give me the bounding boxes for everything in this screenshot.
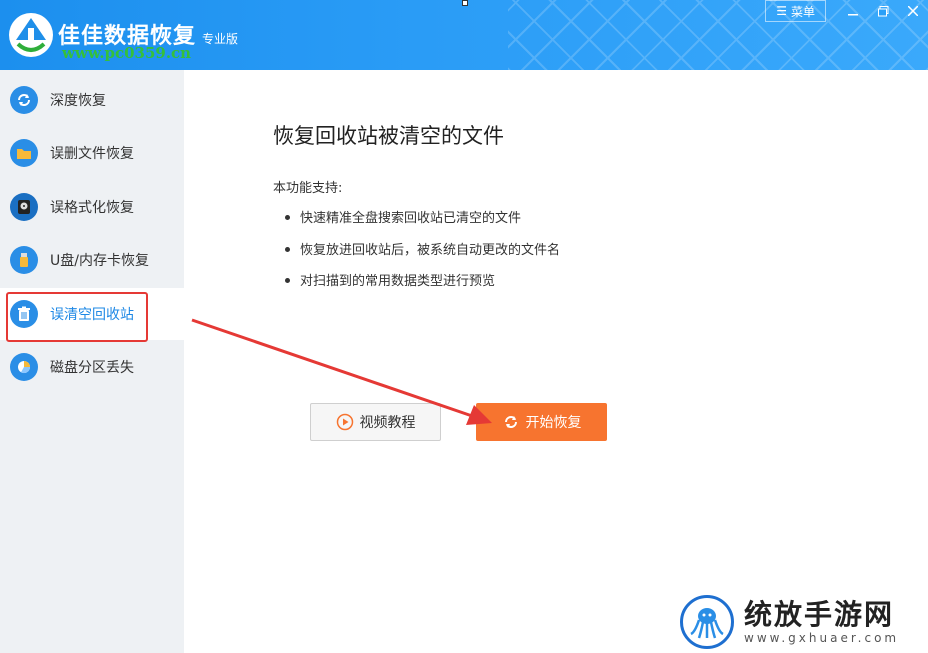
sidebar-item-recycle-bin[interactable]: 误清空回收站 [0,288,184,340]
feature-item: 恢复放进回收站后，被系统自动更改的文件名 [285,239,560,258]
sidebar-item-deleted-files[interactable]: 误删文件恢复 [0,127,184,179]
maximize-icon [877,5,888,16]
sidebar-item-usb-recovery[interactable]: U盘/内存卡恢复 [0,234,184,286]
sidebar-item-format-recovery[interactable]: 误格式化恢复 [0,181,184,233]
corner-watermark: 统放手游网 www.gxhuaer.com [680,590,928,653]
page-title: 恢复回收站被清空的文件 [273,124,504,148]
octopus-logo-icon [680,594,734,649]
feature-item: 对扫描到的常用数据类型进行预览 [285,270,495,289]
sidebar-item-partition-lost[interactable]: 磁盘分区丢失 [0,341,184,393]
sidebar-item-label: 误清空回收站 [50,307,134,323]
start-recovery-button[interactable]: 开始恢复 [476,403,607,441]
video-tutorial-button[interactable]: 视频教程 [310,403,441,441]
play-icon [336,413,353,431]
feature-text: 恢复放进回收站后，被系统自动更改的文件名 [300,243,561,258]
feature-item: 快速精准全盘搜索回收站已清空的文件 [285,207,521,226]
watermark-url-text: www.gxhuaer.com [744,630,900,645]
watermark-title: 统放手游网 [744,597,895,631]
sidebar-item-deep-recovery[interactable]: 深度恢复 [0,74,184,126]
title-bar: 佳佳数据恢复 专业版 www.pc0359.cn ☰ 菜单 [0,0,928,70]
bullet-icon [285,278,290,283]
window-controls: ☰ 菜单 [765,0,928,22]
sidebar-item-label: 磁盘分区丢失 [50,360,134,376]
sidebar: 深度恢复 误删文件恢复 误格式化恢复 U盘/内存卡恢复 误清空回收站 磁盘分区丢… [0,70,184,653]
close-icon [908,6,918,16]
usb-icon [10,246,38,274]
menu-button[interactable]: ☰ 菜单 [765,0,826,22]
bullet-icon [285,215,290,220]
resize-handle[interactable] [462,0,468,6]
feature-text: 对扫描到的常用数据类型进行预览 [300,274,496,289]
folder-icon [10,139,38,167]
recycle-bin-icon [10,300,38,328]
refresh-icon [504,416,517,428]
sidebar-item-label: 误格式化恢复 [50,200,134,216]
app-edition: 专业版 [202,32,239,46]
feature-text: 快速精准全盘搜索回收站已清空的文件 [300,211,522,226]
menu-label: 菜单 [790,4,815,19]
refresh-icon [10,86,38,114]
start-recovery-label: 开始恢复 [525,415,582,431]
maximize-button[interactable] [868,0,898,22]
sidebar-item-label: 深度恢复 [50,93,106,109]
app-logo-icon [9,13,53,57]
minimize-icon [848,14,858,16]
sidebar-item-label: 误删文件恢复 [50,146,134,162]
pie-chart-icon [10,353,38,381]
video-tutorial-label: 视频教程 [359,415,416,431]
sidebar-item-label: U盘/内存卡恢复 [50,253,149,269]
menu-icon: ☰ [776,4,787,18]
close-button[interactable] [898,0,928,22]
bullet-icon [285,247,290,252]
support-label: 本功能支持: [273,181,343,196]
disk-icon [10,193,38,221]
minimize-button[interactable] [838,0,868,22]
watermark-url: www.pc0359.cn [62,44,192,62]
